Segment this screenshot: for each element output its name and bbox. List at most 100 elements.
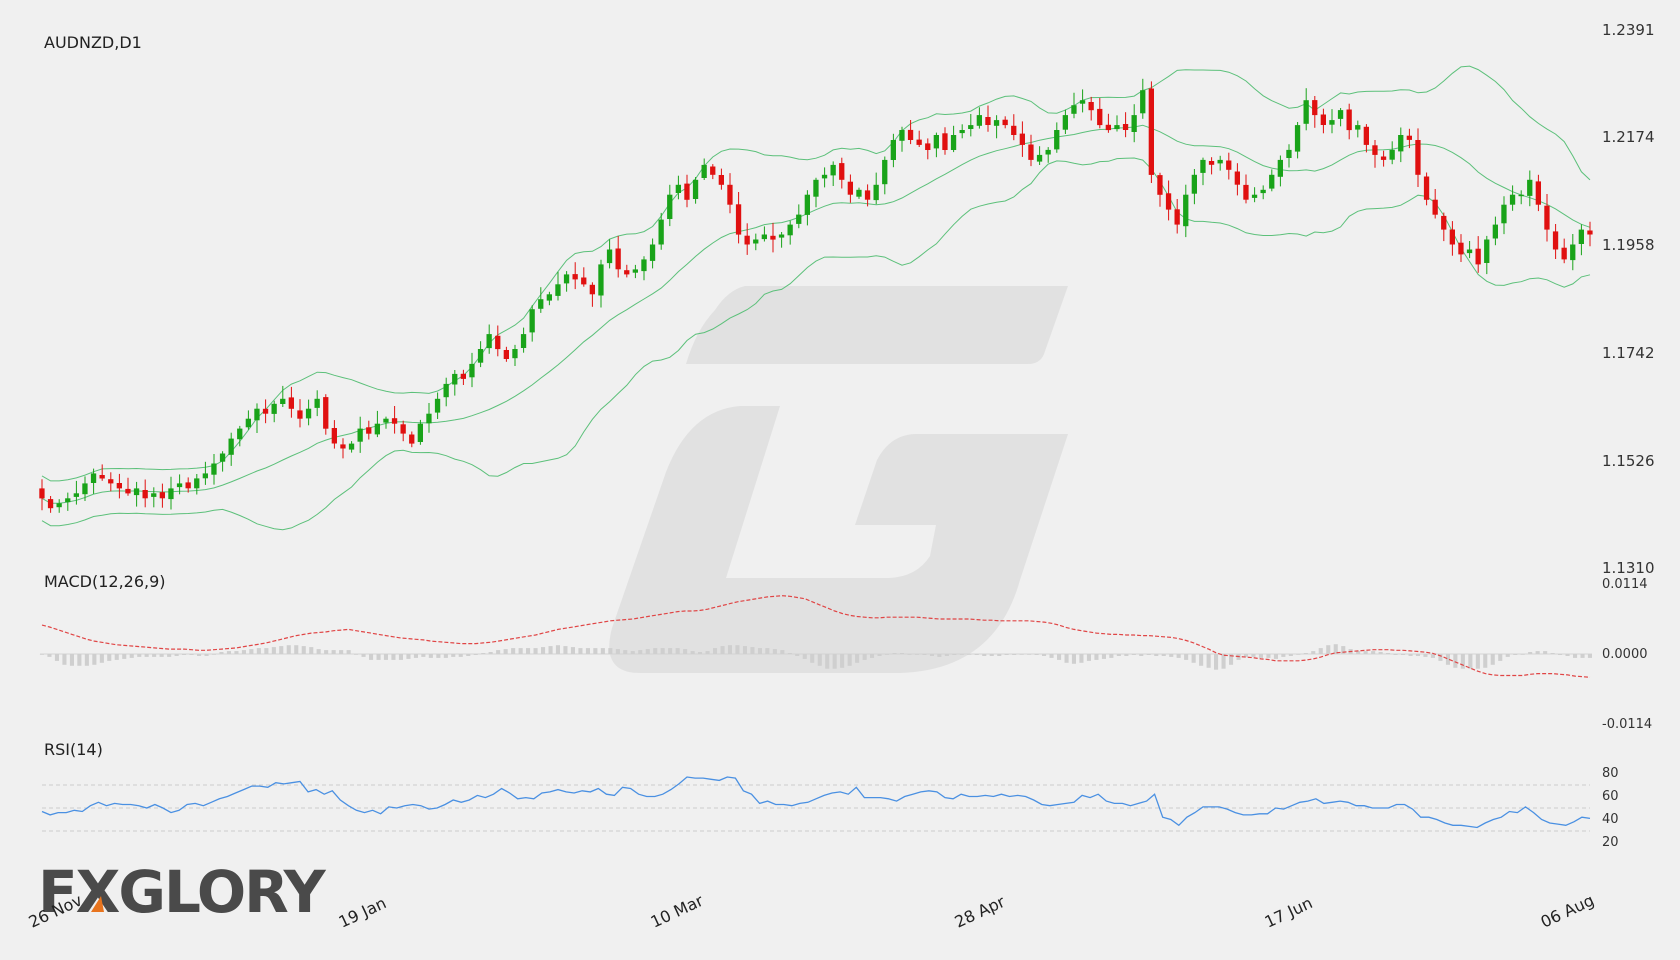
candle-body	[1484, 239, 1490, 263]
macd-histogram-bar	[369, 654, 374, 660]
macd-histogram-bar	[137, 654, 142, 657]
macd-histogram-bar	[219, 652, 224, 654]
candle-body	[1036, 154, 1043, 162]
macd-histogram-bar	[690, 651, 695, 654]
candle-body	[323, 397, 329, 429]
candle-body	[1234, 171, 1240, 185]
candle-body	[245, 418, 251, 428]
candle-body	[727, 184, 733, 205]
macd-histogram-bar	[967, 654, 972, 655]
macd-histogram-bar	[1206, 654, 1211, 668]
candle-body	[839, 163, 845, 180]
macd-histogram-bar	[660, 648, 665, 654]
candle-body	[993, 120, 1000, 126]
macd-histogram-bar	[1378, 652, 1383, 654]
macd-histogram-bar	[1049, 654, 1054, 658]
macd-histogram-bar	[182, 654, 187, 655]
candle-body	[649, 244, 656, 261]
macd-histogram-bar	[211, 654, 216, 655]
macd-histogram-bar	[436, 654, 441, 658]
macd-histogram-bar	[638, 650, 643, 654]
macd-histogram-bar	[324, 650, 329, 654]
macd-histogram-bar	[1490, 654, 1495, 665]
macd-histogram-bar	[989, 654, 994, 656]
macd-histogram-bar	[959, 654, 964, 655]
candle-body	[400, 424, 406, 434]
candle-body	[1165, 193, 1172, 210]
rsi-tick-label: 40	[1602, 812, 1619, 827]
candle-body	[925, 143, 931, 150]
macd-histogram-bar	[668, 648, 673, 654]
date-tick-label: 19 Jan	[336, 893, 389, 931]
candle-body	[1286, 149, 1292, 158]
candle-body	[1544, 205, 1550, 230]
macd-histogram-bar	[683, 649, 688, 654]
macd-histogram-bar	[727, 645, 732, 654]
candle-body	[1062, 115, 1068, 130]
macd-histogram-bar	[615, 649, 620, 654]
macd-histogram-bar	[1251, 654, 1256, 657]
macd-histogram-bar	[675, 648, 680, 654]
candle-body	[804, 194, 810, 215]
macd-histogram-bar	[870, 654, 875, 658]
macd-histogram-bar	[630, 651, 635, 654]
candle-body	[1423, 176, 1430, 200]
candle-body	[873, 184, 879, 201]
candle-body	[933, 135, 939, 149]
macd-histogram-bar	[937, 654, 942, 657]
brand-logo: FXGLORY	[38, 858, 327, 926]
candle-body	[159, 492, 165, 499]
candle-body	[538, 299, 544, 309]
macd-histogram-bar	[1266, 654, 1271, 658]
macd-histogram-bar	[309, 647, 314, 654]
candle-body	[1011, 125, 1017, 135]
macd-histogram-bar	[1057, 654, 1062, 660]
candle-body	[761, 234, 767, 240]
candle-body	[1312, 100, 1318, 116]
date-tick-label: 10 Mar	[648, 891, 707, 932]
macd-histogram-bar	[653, 648, 658, 654]
candle-body	[1466, 249, 1473, 254]
macd-histogram-bar	[713, 648, 718, 654]
candle-body	[1518, 194, 1524, 197]
macd-histogram-bar	[1311, 651, 1316, 654]
candle-body	[99, 475, 105, 479]
macd-histogram-bar	[1415, 654, 1420, 656]
macd-histogram-bar	[84, 654, 89, 666]
watermark-top-bar	[686, 286, 1068, 364]
macd-histogram-bar	[488, 652, 493, 654]
candle-body	[1148, 88, 1154, 175]
macd-histogram-bar	[578, 648, 583, 654]
candle-body	[1251, 194, 1258, 198]
candle-body	[968, 125, 974, 129]
macd-histogram-bar	[1475, 654, 1480, 669]
macd-histogram-bar	[481, 653, 486, 654]
candle-body	[1200, 159, 1206, 173]
candle-body	[1363, 126, 1369, 145]
candle-body	[133, 488, 140, 496]
macd-histogram-bar	[1086, 654, 1091, 661]
candle-body	[641, 259, 647, 272]
price-tick-label: 1.1958	[1602, 236, 1655, 254]
candle-body	[512, 349, 518, 359]
candle-body	[1320, 114, 1326, 125]
candle-body	[1277, 159, 1283, 177]
candle-body	[288, 397, 294, 409]
rsi-title: RSI(14)	[44, 740, 103, 759]
candle-body	[1131, 115, 1137, 132]
candle-body	[194, 478, 200, 489]
macd-histogram-bar	[929, 654, 934, 656]
candle-body	[796, 214, 802, 224]
macd-histogram-bar	[279, 646, 284, 654]
candle-body	[813, 179, 819, 197]
macd-histogram-bar	[1169, 654, 1174, 657]
candle-body	[477, 349, 484, 363]
candle-body	[916, 139, 922, 145]
candle-body	[1561, 247, 1567, 260]
candle-body	[821, 174, 828, 179]
candle-body	[366, 427, 372, 434]
macd-histogram-bar	[129, 654, 134, 658]
candle-body	[409, 434, 415, 444]
candle-body	[1260, 189, 1266, 194]
macd-histogram-bar	[600, 648, 605, 654]
